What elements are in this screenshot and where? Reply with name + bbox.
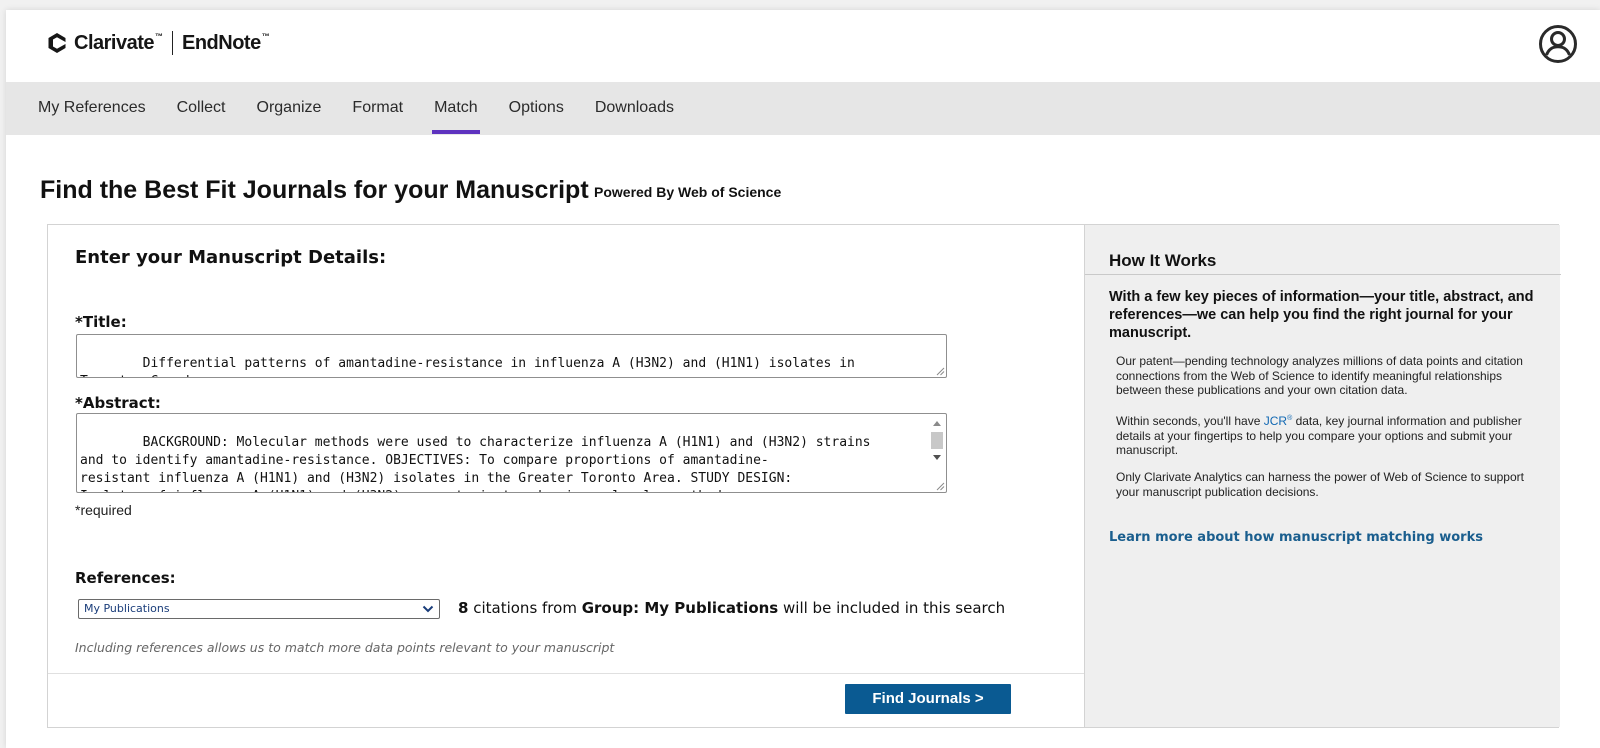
page-title: Find the Best Fit Journals for your Manu… (40, 176, 589, 204)
scroll-thumb[interactable] (931, 432, 943, 449)
how-it-works-paragraph-2: Within seconds, you'll have JCR® data, k… (1116, 414, 1522, 457)
how-it-works-paragraph-1: Our patent—pending technology analyzes m… (1116, 354, 1523, 397)
chevron-down-icon (422, 605, 434, 613)
resize-grip-icon[interactable] (935, 481, 945, 491)
citation-count: 8 (458, 599, 469, 617)
jcr-link[interactable]: JCR® (1264, 414, 1293, 428)
tab-downloads[interactable]: Downloads (595, 82, 689, 135)
title-input-value: Differential patterns of amantadine-resi… (80, 356, 855, 377)
tab-format[interactable]: Format (352, 82, 418, 135)
abstract-input[interactable]: BACKGROUND: Molecular methods were used … (76, 413, 947, 493)
scroll-up-icon[interactable] (933, 421, 941, 426)
how-it-works-panel: How It Works With a few key pieces of in… (1084, 225, 1561, 727)
citation-text-1: citations from (473, 599, 577, 617)
tab-match[interactable]: Match (432, 82, 493, 135)
header: Clarivate™ EndNote™ (6, 10, 1600, 82)
abstract-scrollbar[interactable] (929, 415, 945, 475)
how-it-works-paragraph-3: Only Clarivate Analytics can harness the… (1116, 470, 1524, 499)
user-account-icon[interactable] (1538, 24, 1578, 64)
manuscript-panel: Enter your Manuscript Details: *Title: D… (47, 224, 1561, 728)
resize-grip-icon[interactable] (935, 366, 945, 376)
form-heading: Enter your Manuscript Details: (75, 247, 387, 268)
tab-collect[interactable]: Collect (177, 82, 241, 135)
manuscript-form: Enter your Manuscript Details: *Title: D… (48, 225, 1084, 727)
how-it-works-divider (1085, 274, 1561, 275)
brand-divider (171, 31, 173, 55)
brand-logo[interactable]: Clarivate™ EndNote™ (46, 30, 270, 56)
title-label: *Title: (75, 313, 127, 331)
references-label: References: (75, 569, 176, 587)
references-selected-value: My Publications (84, 602, 170, 615)
find-journals-button[interactable]: Find Journals > (845, 684, 1011, 714)
abstract-label: *Abstract: (75, 394, 161, 412)
citation-text-2: will be included in this search (783, 599, 1006, 617)
learn-more-link[interactable]: Learn more about how manuscript matching… (1109, 530, 1483, 545)
app-window: Clarivate™ EndNote™ My References Collec… (6, 10, 1600, 748)
scroll-down-icon[interactable] (933, 455, 941, 460)
tab-organize[interactable]: Organize (257, 82, 337, 135)
form-divider (48, 673, 1084, 674)
citation-summary: 8 citations from Group: My Publications … (458, 599, 1005, 617)
how-it-works-lead: With a few key pieces of information—you… (1109, 289, 1534, 341)
required-note: *required (75, 502, 132, 518)
main-nav: My References Collect Organize Format Ma… (6, 82, 1600, 135)
citation-group: Group: My Publications (581, 599, 779, 617)
how-it-works-title: How It Works (1109, 251, 1217, 270)
brand-company: Clarivate™ (74, 31, 163, 54)
references-hint: Including references allows us to match … (75, 640, 615, 655)
tab-options[interactable]: Options (509, 82, 579, 135)
brand-product: EndNote™ (182, 31, 270, 54)
powered-by-label: Powered By Web of Science (594, 184, 782, 200)
tab-my-references[interactable]: My References (38, 82, 161, 135)
title-input[interactable]: Differential patterns of amantadine-resi… (76, 334, 947, 378)
abstract-input-value: BACKGROUND: Molecular methods were used … (80, 435, 871, 492)
references-select[interactable]: My Publications (78, 599, 440, 619)
clarivate-logo-icon (48, 33, 66, 53)
